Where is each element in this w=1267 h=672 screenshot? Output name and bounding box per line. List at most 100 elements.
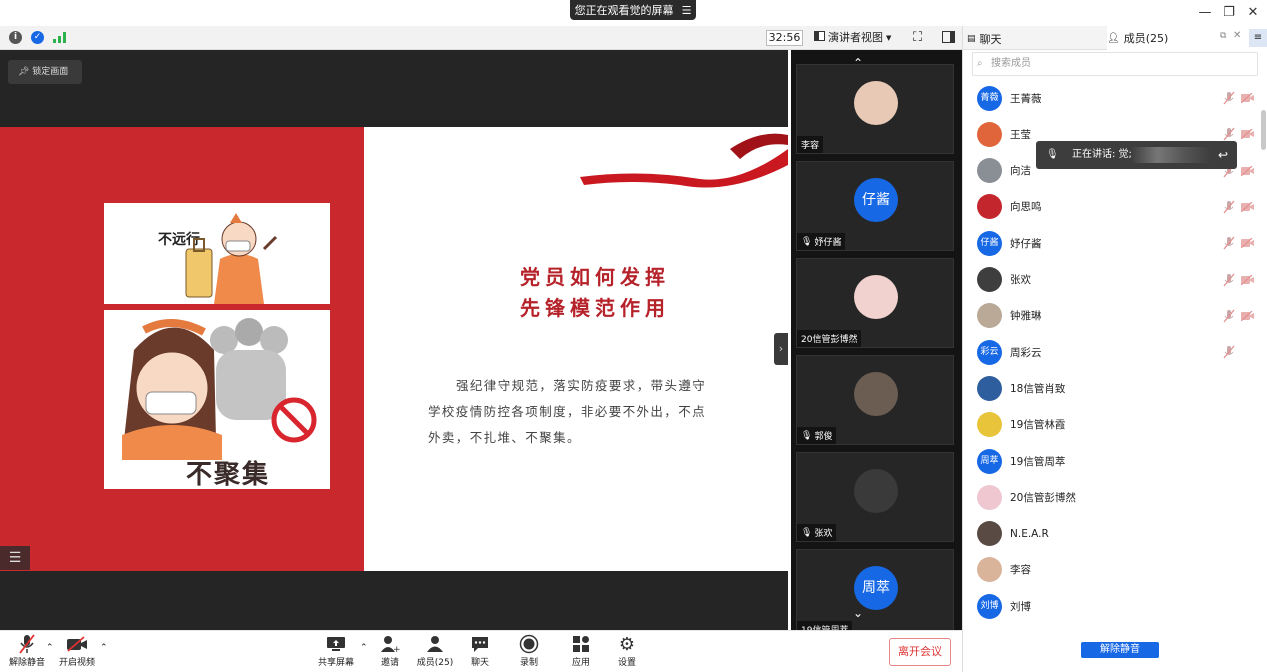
settings-button[interactable]: ⚙ 设置 (602, 633, 652, 671)
member-row[interactable]: 彩云 周彩云 (963, 334, 1267, 370)
slide-menu-icon[interactable]: ☰ (0, 546, 30, 570)
video-tile[interactable]: 李容 (796, 64, 954, 154)
tab-chat[interactable]: ▤ 聊天 (967, 31, 1002, 47)
mic-muted-icon[interactable] (1223, 91, 1235, 105)
chevron-down-icon: ▼ (886, 34, 892, 42)
camera-off-icon[interactable] (1241, 93, 1254, 103)
record-label: 录制 (519, 658, 538, 668)
panel-menu-icon[interactable]: ≡ (1249, 29, 1267, 47)
restore-icon[interactable]: ❐ (1220, 4, 1238, 22)
panel-close-icon[interactable]: ✕ (1233, 30, 1241, 41)
participant-label: 🎙︎ 郭俊 (797, 427, 837, 444)
screen-share-banner[interactable]: 您正在观看觉的屏幕 ☰ (570, 0, 696, 20)
member-list-scrollbar[interactable] (1261, 110, 1266, 150)
record-button[interactable]: 录制 (504, 633, 554, 671)
leave-meeting-button[interactable]: 离开会议 (889, 638, 951, 666)
unmute-all-button[interactable]: 解除静音 (1081, 642, 1159, 658)
fullscreen-icon[interactable]: ⛶ (913, 30, 922, 45)
mic-muted-icon[interactable] (1223, 273, 1235, 287)
invite-button[interactable]: + 邀请 (365, 633, 415, 671)
member-row[interactable]: 李容 (963, 552, 1267, 588)
video-tile[interactable]: 🎙︎ 张欢 (796, 452, 954, 542)
video-tile[interactable]: 20信管彭博然 (796, 258, 954, 348)
slide-title-line2: 先锋模范作用 (520, 296, 670, 320)
sidebar-toggle-icon[interactable] (942, 31, 955, 46)
member-row[interactable]: 钟雅琳 (963, 298, 1267, 334)
mic-muted-icon[interactable] (1223, 200, 1235, 214)
lock-view-label: 锁定画面 (32, 67, 69, 77)
member-avatar (977, 521, 1002, 547)
member-search-input[interactable]: ⌕ 搜索成员 (972, 52, 1258, 76)
video-tile[interactable]: 仔酱 🎙︎ 妤仔酱 (796, 161, 954, 251)
info-icon[interactable]: i (9, 31, 22, 44)
members-icon: 👤︎ (1107, 32, 1120, 44)
banner-text: 您正在观看觉的屏幕 (574, 4, 674, 17)
no-gathering-card: 不聚集 (104, 310, 330, 490)
unmute-label: 解除静音 (8, 658, 45, 668)
camera-off-icon[interactable] (1241, 129, 1254, 140)
apps-grid-icon (556, 633, 606, 655)
lock-view-button[interactable]: 📌︎ 锁定画面 (8, 60, 82, 84)
video-tile[interactable]: 🎙︎ 郭俊 (796, 355, 954, 445)
member-name: 王菁薇 (1010, 92, 1042, 105)
slide-title-line1: 党员如何发挥 (520, 265, 670, 289)
video-tile[interactable]: 周萃19信管周萃 (796, 549, 954, 639)
members-button[interactable]: 成员(25) (410, 633, 460, 671)
mic-muted-icon[interactable] (1223, 309, 1235, 323)
member-row[interactable]: 张欢 (963, 262, 1267, 298)
video-gallery: ⌃ 李容仔酱🎙︎妤仔酱20信管彭博然🎙︎郭俊🎙︎张欢周萃19信管周萃 ⌄ (791, 50, 962, 639)
mic-muted-icon[interactable] (1223, 127, 1235, 141)
member-row[interactable]: 18信管肖致 (963, 370, 1267, 406)
traveler-illustration (185, 213, 278, 304)
search-icon: ⌕ (977, 58, 983, 69)
participant-avatar (854, 81, 898, 125)
participant-label: 20信管彭博然 (797, 330, 862, 347)
participant-name: 20信管彭博然 (801, 335, 858, 345)
gallery-scroll-down-icon[interactable]: ⌄ (853, 606, 863, 620)
camera-off-icon[interactable] (1241, 274, 1254, 285)
view-mode-label: 演讲者视图 (828, 31, 883, 44)
participant-name: 李容 (801, 141, 820, 151)
member-row[interactable]: 20信管彭博然 (963, 479, 1267, 515)
camera-off-icon[interactable] (1241, 238, 1254, 249)
banner-menu-icon[interactable]: ☰ (682, 4, 692, 17)
member-row[interactable]: 刘博 刘博 (963, 588, 1267, 624)
member-avatar (977, 412, 1002, 438)
member-avatar: 刘博 (977, 593, 1002, 619)
reply-arrow-icon[interactable]: ↩ (1218, 141, 1228, 169)
mic-muted-icon[interactable] (1223, 236, 1235, 250)
member-row[interactable]: 19信管林霞 (963, 407, 1267, 443)
member-row[interactable]: 周萃 19信管周萃 (963, 443, 1267, 479)
security-shield-icon[interactable]: ✓ (31, 31, 44, 44)
minimize-icon[interactable]: — (1196, 4, 1214, 22)
control-bar: 解除静音 ⌃ 开启视频 ⌃ 共享屏幕 ⌃ + 邀请 成员(25) 聊天 录制 应… (0, 630, 962, 672)
mic-muted-icon: 🎙︎ (801, 236, 813, 247)
chat-button[interactable]: 聊天 (455, 633, 505, 671)
apps-button[interactable]: 应用 (556, 633, 606, 671)
camera-off-icon[interactable] (1241, 165, 1254, 176)
popout-icon[interactable]: ⧉ (1220, 31, 1226, 41)
start-video-button[interactable]: 开启视频 (52, 633, 102, 671)
mic-muted-icon (2, 633, 52, 655)
member-avatar (977, 194, 1002, 220)
member-row[interactable]: 向思鸣 (963, 189, 1267, 225)
share-screen-button[interactable]: 共享屏幕 (311, 633, 361, 671)
invite-label: 邀请 (380, 658, 399, 668)
tab-members[interactable]: 👤︎ 成员(25) (1107, 26, 1267, 50)
unmute-button[interactable]: 解除静音 (2, 633, 52, 671)
member-row[interactable]: N.E.A.R (963, 516, 1267, 552)
camera-off-icon[interactable] (1241, 310, 1254, 321)
member-row[interactable]: 仔酱 妤仔酱 (963, 225, 1267, 261)
mic-muted-icon[interactable] (1223, 345, 1235, 359)
view-mode-dropdown[interactable]: 演讲者视图 ▼ (814, 29, 902, 47)
video-options-chevron-icon[interactable]: ⌃ (100, 643, 108, 653)
close-icon[interactable]: ✕ (1244, 4, 1262, 22)
member-row[interactable]: 菁薇 王菁薇 (963, 80, 1267, 116)
speaking-indicator: 🎙︎ 正在讲话: 觉; ↩ (1036, 141, 1237, 169)
search-placeholder: 搜索成员 (991, 58, 1031, 69)
participant-avatar: 仔酱 (854, 178, 898, 222)
network-signal-icon[interactable] (53, 32, 67, 43)
collapse-gallery-icon[interactable]: › (774, 333, 788, 365)
tab-members-label: 成员(25) (1123, 32, 1169, 45)
camera-off-icon[interactable] (1241, 201, 1254, 212)
